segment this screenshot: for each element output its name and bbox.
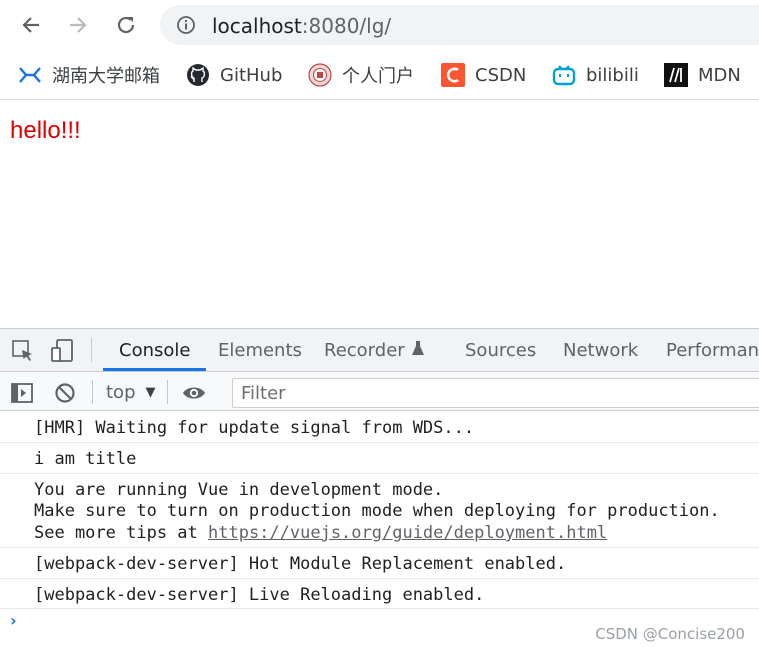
bookmark-label: MDN — [698, 64, 741, 86]
message-text: You are running Vue in development mode. — [34, 480, 444, 500]
message-text: i am title — [34, 449, 137, 469]
mail-logo-icon — [18, 63, 42, 87]
context-value: top — [106, 381, 136, 403]
tab-network[interactable]: Network — [563, 329, 638, 371]
console-message: [webpack-dev-server] Live Reloading enab… — [0, 579, 759, 609]
site-info-icon[interactable] — [176, 15, 196, 40]
address-bar-row: localhost:8080/lg/ — [0, 0, 759, 52]
bookmark-mdn[interactable]: MDN — [664, 62, 741, 88]
console-prompt-chevron-icon[interactable]: › — [10, 611, 17, 630]
reload-icon — [117, 16, 135, 34]
bookmarks-bar: 湖南大学邮箱 GitHub 个人门户 CSDN bilibili MDN — [0, 52, 759, 100]
watermark: CSDN @Concise200 — [595, 625, 745, 643]
devtools-tab-bar: Console Elements Recorder Sources Networ… — [0, 329, 759, 372]
console-message: i am title — [0, 443, 759, 474]
back-button[interactable] — [16, 10, 46, 40]
message-text: [HMR] Waiting for update signal from WDS… — [34, 418, 475, 438]
toolbar-divider — [92, 380, 93, 404]
tab-recorder[interactable]: Recorder — [324, 329, 425, 371]
tab-performance[interactable]: Performance — [666, 329, 759, 371]
bookmark-personal-portal[interactable]: 个人门户 — [308, 62, 414, 88]
forward-button[interactable] — [63, 10, 93, 40]
message-text: [webpack-dev-server] Live Reloading enab… — [34, 585, 485, 605]
bookmark-csdn[interactable]: CSDN — [441, 62, 526, 88]
context-selector[interactable]: top ▼ — [106, 379, 156, 405]
bookmark-label: 个人门户 — [342, 66, 414, 87]
tab-elements[interactable]: Elements — [218, 329, 302, 371]
tab-sources[interactable]: Sources — [465, 329, 536, 371]
bookmark-label: GitHub — [220, 64, 283, 86]
devtools-panel: Console Elements Recorder Sources Networ… — [0, 328, 759, 647]
live-expression-eye-icon[interactable] — [182, 381, 206, 405]
github-icon — [186, 63, 210, 87]
bookmark-label: bilibili — [586, 64, 639, 86]
bookmark-hnu-mail[interactable]: 湖南大学邮箱 — [18, 62, 160, 88]
console-message: [webpack-dev-server] Hot Module Replacem… — [0, 548, 759, 579]
bookmark-github[interactable]: GitHub — [186, 62, 282, 88]
deployment-link[interactable]: https://vuejs.org/guide/deployment.html — [208, 523, 607, 543]
dropdown-arrow-icon: ▼ — [145, 384, 156, 400]
back-arrow-icon — [22, 17, 39, 33]
show-sidebar-icon[interactable] — [10, 381, 34, 405]
console-message: You are running Vue in development mode.… — [0, 474, 759, 548]
bilibili-icon — [552, 63, 576, 87]
forward-arrow-icon — [70, 17, 87, 33]
mdn-icon — [664, 63, 688, 87]
university-seal-icon — [308, 63, 332, 87]
url-path: :8080/lg/ — [301, 14, 392, 38]
omnibox[interactable]: localhost:8080/lg/ — [160, 5, 759, 45]
device-toolbar-icon[interactable] — [50, 339, 74, 363]
bookmark-label: CSDN — [475, 64, 527, 86]
url-text[interactable]: localhost:8080/lg/ — [212, 14, 391, 38]
message-text: [webpack-dev-server] Hot Module Replacem… — [34, 554, 567, 574]
message-text: See more tips at — [34, 523, 208, 543]
inspect-element-icon[interactable] — [11, 339, 35, 363]
filter-box[interactable] — [232, 378, 759, 408]
tab-recorder-label: Recorder — [324, 340, 405, 361]
url-host: localhost — [212, 14, 302, 38]
page-viewport: hello!!! — [0, 101, 759, 328]
bookmark-bilibili[interactable]: bilibili — [552, 62, 639, 88]
console-message: [HMR] Waiting for update signal from WDS… — [0, 412, 759, 443]
reload-button[interactable] — [111, 10, 141, 40]
hello-text: hello!!! — [10, 117, 81, 144]
toolbar-divider — [167, 380, 168, 404]
message-text: Make sure to turn on production mode whe… — [34, 501, 720, 521]
csdn-icon — [441, 63, 465, 87]
flask-icon — [411, 340, 425, 361]
console-messages: [HMR] Waiting for update signal from WDS… — [0, 412, 759, 647]
clear-console-icon[interactable] — [53, 381, 77, 405]
console-toolbar: top ▼ — [0, 373, 759, 411]
tab-console[interactable]: Console — [103, 329, 207, 371]
toolbar-divider — [91, 338, 92, 362]
bookmark-label: 湖南大学邮箱 — [52, 66, 160, 87]
filter-input[interactable] — [233, 379, 759, 407]
